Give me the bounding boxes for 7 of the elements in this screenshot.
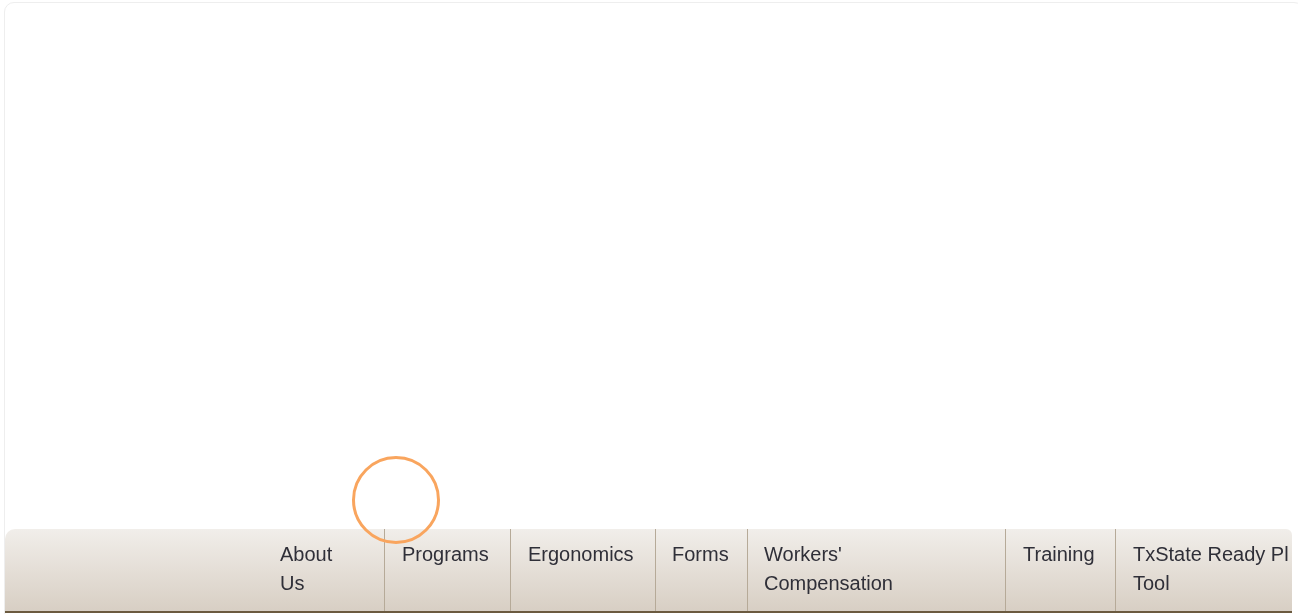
nav-link[interactable]: Ergonomics (510, 529, 655, 611)
nav-link[interactable]: Forms (655, 529, 747, 611)
nav-link[interactable]: Training (1005, 529, 1115, 611)
nav-link[interactable]: About Us (265, 529, 384, 611)
nav-link[interactable]: Programs (384, 529, 510, 611)
nav-link[interactable]: TxState Ready Pl Tool (1115, 529, 1292, 611)
nav-link[interactable]: Workers' Compensation (747, 529, 1005, 611)
